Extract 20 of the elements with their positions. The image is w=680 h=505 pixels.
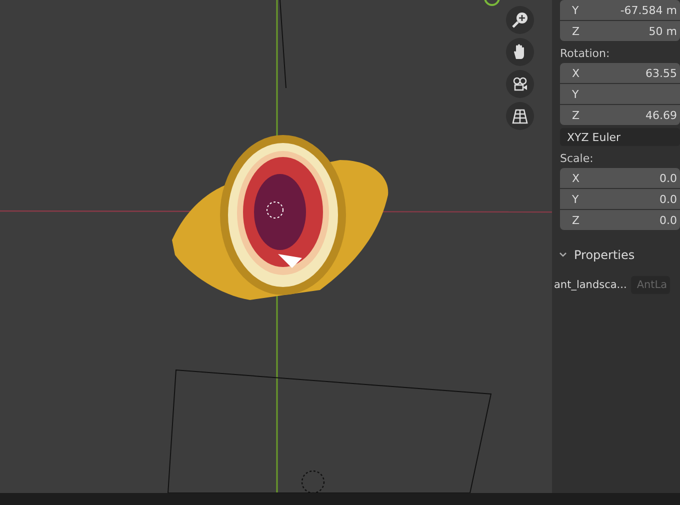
rotation-field[interactable]: Y bbox=[560, 84, 680, 104]
light-icon bbox=[484, 0, 500, 6]
properties-header[interactable]: Properties bbox=[558, 248, 680, 262]
location-field[interactable]: Y -67.584 m bbox=[560, 0, 680, 20]
grid-icon[interactable] bbox=[506, 102, 534, 130]
scale-field[interactable]: X 0.0 bbox=[560, 168, 680, 188]
rotation-field[interactable]: Z 46.69 bbox=[560, 105, 680, 125]
scale-field[interactable]: Y 0.0 bbox=[560, 189, 680, 209]
camera-icon[interactable] bbox=[506, 70, 534, 98]
scale-field[interactable]: Z 0.0 bbox=[560, 210, 680, 230]
rotation-label: Rotation: bbox=[560, 47, 611, 60]
hand-icon[interactable] bbox=[506, 38, 534, 66]
3d-viewport[interactable] bbox=[0, 0, 552, 493]
rotation-field[interactable]: X 63.55 bbox=[560, 63, 680, 83]
scale-label: Scale: bbox=[560, 152, 594, 165]
3d-cursor-icon bbox=[301, 470, 325, 493]
location-field[interactable]: Z 50 m bbox=[560, 21, 680, 41]
rotation-mode-dropdown[interactable]: XYZ Euler bbox=[560, 128, 680, 146]
zoom-icon[interactable] bbox=[506, 6, 534, 34]
property-label: ant_landsca... bbox=[554, 279, 627, 291]
